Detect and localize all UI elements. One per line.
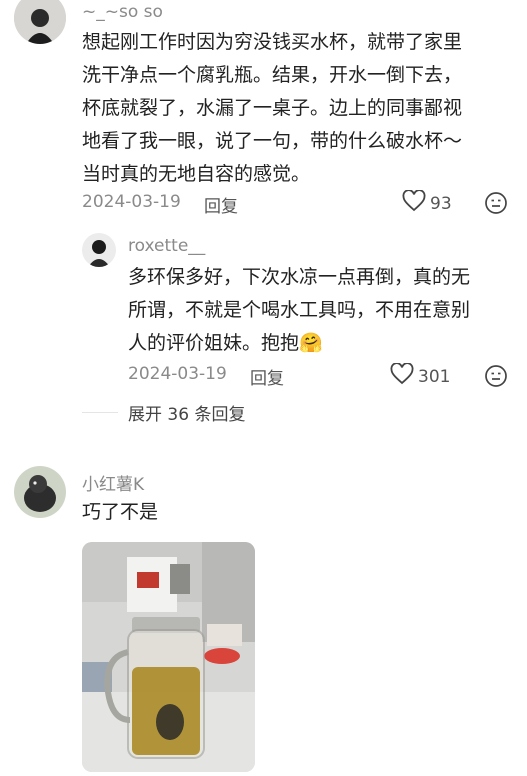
reply-date: 2024-03-19 <box>128 364 227 384</box>
reply-username[interactable]: roxette__ <box>128 236 205 256</box>
comment-line: 当时真的无地自容的感觉。 <box>82 163 311 185</box>
comment-image[interactable] <box>82 542 255 772</box>
like-count: 93 <box>430 193 452 214</box>
comment-date: 2024-03-19 <box>82 192 181 212</box>
hug-emoji: 🤗 <box>299 332 323 354</box>
heart-icon <box>402 189 426 217</box>
reply-line: 人的评价姐妹。抱抱 <box>128 332 300 354</box>
like-button[interactable]: 301 <box>390 362 451 390</box>
comment-line: 地看了我一眼，说了一句，带的什么破水杯～ <box>82 130 463 152</box>
emoji-reaction-icon[interactable] <box>484 364 508 388</box>
comment-line: 杯底就裂了，水漏了一桌子。边上的同事鄙视 <box>82 97 463 119</box>
heart-icon <box>390 362 414 390</box>
expand-replies-button[interactable]: 展开 36 条回复 <box>128 400 245 425</box>
expand-divider <box>82 412 118 413</box>
reply-button[interactable]: 回复 <box>204 192 238 217</box>
like-button[interactable]: 93 <box>402 189 452 217</box>
like-count: 301 <box>418 366 451 387</box>
reply-avatar[interactable] <box>82 233 116 267</box>
comment-text: 想起刚工作时因为穷没钱买水杯，就带了家里 洗干净点一个腐乳瓶。结果，开水一倒下去… <box>82 26 512 191</box>
reply-line: 多环保多好，下次水凉一点再倒，真的无 <box>128 266 471 288</box>
comment-username[interactable]: 小红薯K <box>82 470 144 495</box>
comment-text: 巧了不是 <box>82 501 159 523</box>
comment-line: 想起刚工作时因为穷没钱买水杯，就带了家里 <box>82 31 463 53</box>
reply-button[interactable]: 回复 <box>250 364 284 389</box>
avatar[interactable] <box>14 0 66 44</box>
reply-line: 所谓，不就是个喝水工具吗，不用在意别 <box>128 299 471 321</box>
reply-text: 多环保多好，下次水凉一点再倒，真的无 所谓，不就是个喝水工具吗，不用在意别 人的… <box>128 261 518 360</box>
glass-jar-photo <box>82 542 255 772</box>
emoji-reaction-icon[interactable] <box>484 191 508 215</box>
comment-username[interactable]: ~_~so so <box>82 2 163 22</box>
comment-line: 洗干净点一个腐乳瓶。结果，开水一倒下去， <box>82 64 463 86</box>
avatar[interactable] <box>14 466 66 518</box>
